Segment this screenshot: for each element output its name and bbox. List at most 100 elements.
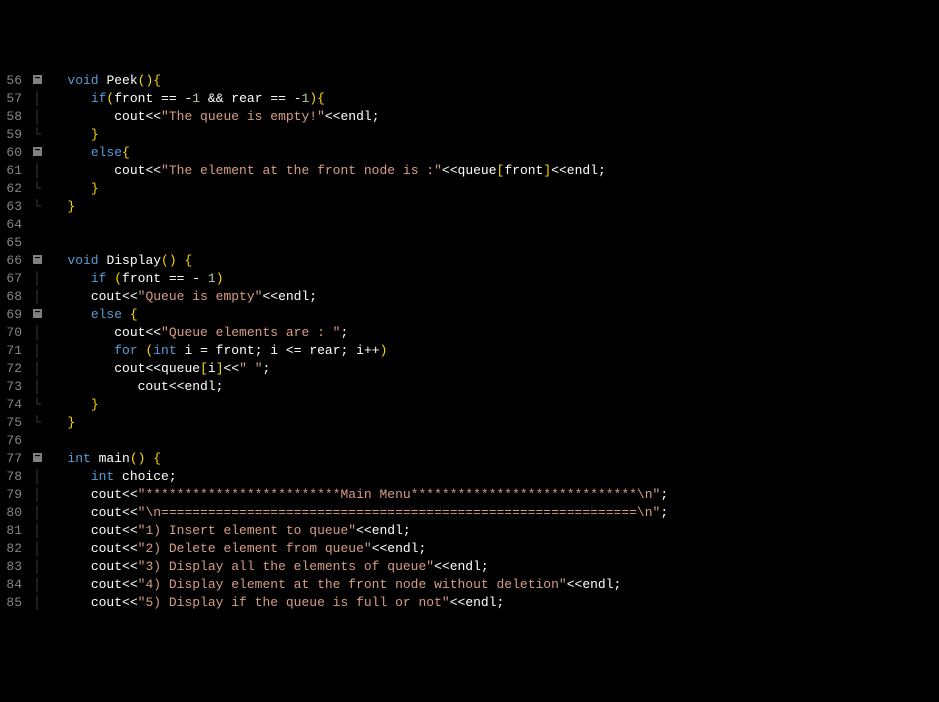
fold-collapse-icon[interactable] [33,147,42,156]
code-line[interactable]: │ int choice; [30,468,939,486]
code-token: << [450,594,466,612]
line-number: 79 [4,486,22,504]
code-line[interactable]: void Display() { [30,252,939,270]
code-token: << [169,378,185,396]
code-token: == [270,90,293,108]
code-token: cout [91,594,122,612]
code-token: endl [340,108,371,126]
fold-indicator: │ [30,360,44,378]
code-line[interactable]: └ } [30,198,939,216]
code-token: } [91,126,99,144]
code-token: ; [660,504,668,522]
code-token: else [91,144,122,162]
indentation [44,522,91,540]
code-line[interactable]: else{ [30,144,939,162]
fold-indicator[interactable] [30,450,44,468]
code-line[interactable]: │ cout<<"2) Delete element from queue"<<… [30,540,939,558]
fold-collapse-icon[interactable] [33,255,42,264]
fold-indicator: │ [30,594,44,612]
code-editor[interactable]: 5657585960616263646566676869707172737475… [0,72,939,612]
code-line[interactable] [30,432,939,450]
code-token: == [161,90,184,108]
code-line[interactable]: │ cout<<"Queue is empty"<<endl; [30,288,939,306]
code-line[interactable]: else { [30,306,939,324]
code-token: } [67,198,75,216]
code-token: "Queue elements are : " [161,324,340,342]
code-token: i [356,342,364,360]
code-token: { [153,72,161,90]
code-token: cout [91,522,122,540]
code-token: () [138,72,154,90]
indentation [44,306,91,324]
code-token: endl [582,576,613,594]
fold-indicator: │ [30,486,44,504]
fold-indicator[interactable] [30,72,44,90]
code-line[interactable]: └ } [30,396,939,414]
code-token: "5) Display if the queue is full or not" [138,594,450,612]
code-line[interactable]: └ } [30,180,939,198]
code-token: << [122,540,138,558]
fold-collapse-icon[interactable] [33,453,42,462]
code-line[interactable]: │ cout<<endl; [30,378,939,396]
code-token: ; [598,162,606,180]
indentation [44,90,91,108]
code-line[interactable]: void Peek(){ [30,72,939,90]
fold-indicator: │ [30,324,44,342]
line-number-gutter: 5657585960616263646566676869707172737475… [0,72,30,612]
code-area[interactable]: void Peek(){│ if(front == -1 && rear == … [30,72,939,612]
code-token: ; [263,360,271,378]
code-token: << [122,522,138,540]
code-token: front [114,90,161,108]
fold-indicator[interactable] [30,306,44,324]
code-line[interactable]: │ for (int i = front; i <= rear; i++) [30,342,939,360]
code-line[interactable]: │ cout<<"Queue elements are : "; [30,324,939,342]
code-token: << [122,576,138,594]
code-line[interactable]: │ cout<<"*************************Main M… [30,486,939,504]
code-line[interactable]: │ cout<<"\n=============================… [30,504,939,522]
code-token: { [317,90,325,108]
code-line[interactable]: │ if(front == -1 && rear == -1){ [30,90,939,108]
code-line[interactable]: │ cout<<"The element at the front node i… [30,162,939,180]
code-line[interactable]: └ } [30,414,939,432]
code-token: ; [340,324,348,342]
code-line[interactable] [30,234,939,252]
code-token: } [91,180,99,198]
code-line[interactable]: int main() { [30,450,939,468]
line-number: 83 [4,558,22,576]
code-token: ; [614,576,622,594]
fold-indicator[interactable] [30,144,44,162]
code-token: () [130,450,146,468]
code-token: ( [145,342,153,360]
code-token: "2) Delete element from queue" [138,540,372,558]
code-token: ; [660,486,668,504]
fold-collapse-icon[interactable] [33,309,42,318]
code-line[interactable]: │ if (front == - 1) [30,270,939,288]
code-line[interactable]: │ cout <<"5) Display if the queue is full… [30,594,939,612]
code-line[interactable]: │ cout<<"The queue is empty!"<<endl; [30,108,939,126]
code-token: "The queue is empty!" [161,108,325,126]
code-token: cout [138,378,169,396]
line-number: 82 [4,540,22,558]
code-token: endl [372,522,403,540]
code-token [91,450,99,468]
fold-indicator: │ [30,162,44,180]
code-token: << [145,360,161,378]
code-line[interactable]: │ cout<<"4) Display element at the front… [30,576,939,594]
code-token: void [67,252,98,270]
code-token: << [224,360,240,378]
code-line[interactable]: │ cout<<queue[i]<<" "; [30,360,939,378]
code-line[interactable]: │ cout<<"1) Insert element to queue"<<en… [30,522,939,540]
indentation [44,486,91,504]
code-token: } [67,414,75,432]
code-token: for [114,342,137,360]
fold-indicator: │ [30,558,44,576]
code-token [99,252,107,270]
code-line[interactable]: │ cout<<"3) Display all the elements of … [30,558,939,576]
fold-indicator[interactable] [30,252,44,270]
fold-collapse-icon[interactable] [33,75,42,84]
code-token [177,252,185,270]
code-token: ] [216,360,224,378]
code-line[interactable]: └ } [30,126,939,144]
code-token: { [153,450,161,468]
code-line[interactable] [30,216,939,234]
